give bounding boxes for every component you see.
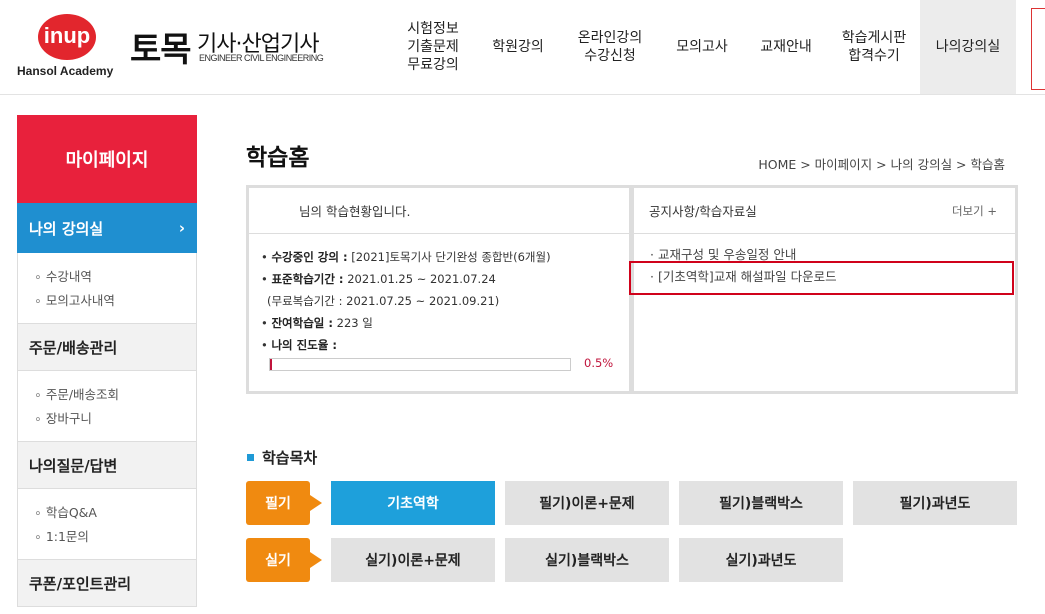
nav-exam-info[interactable]: 시험정보 기출문제 무료강의	[390, 0, 476, 94]
status-info: • 수강중인 강의 : [2021]토목기사 단기완성 종합반(6개월) • 표…	[249, 234, 629, 356]
practical-past-exams-button[interactable]: 실기)과년도	[679, 538, 843, 582]
sidebar-item-orders[interactable]: 주문/배송관리	[17, 323, 197, 371]
progress-row: • 나의 진도율 :	[261, 338, 337, 352]
sidebar-item-questions[interactable]: 나의질문/답변	[17, 441, 197, 489]
practical-category-label: 실기	[246, 538, 322, 582]
logo-academy-text: Hansol Academy	[17, 64, 114, 78]
practical-theory-button[interactable]: 실기)이론+문제	[331, 538, 495, 582]
sidebar-item-my-classroom[interactable]: 나의 강의실 ›	[17, 203, 197, 253]
breadcrumb: HOME > 마이페이지 > 나의 강의실 > 학습홈	[758, 157, 1005, 172]
sidebar-subitem-qna[interactable]: 학습Q&A	[34, 501, 196, 525]
sidebar-subitem-cart[interactable]: 장바구니	[34, 407, 196, 431]
chevron-right-icon: ›	[178, 219, 185, 237]
brand-english: ENGINEER CIVIL ENGINEERING	[199, 53, 324, 63]
brand-title[interactable]: 토목	[130, 22, 192, 71]
sidebar-title: 마이페이지	[17, 115, 197, 203]
nav-online-lecture[interactable]: 온라인강의 수강신청	[560, 0, 660, 94]
review-period-row: (무료복습기간 : 2021.07.25 ~ 2021.09.21)	[267, 294, 500, 308]
site-header: inup Hansol Academy 토목 기사·산업기사 ENGINEER …	[0, 0, 1045, 95]
header-edge-box	[1031, 8, 1045, 90]
section-title: 학습목차	[247, 447, 317, 468]
sidebar-item-coupons[interactable]: 쿠폰/포인트관리	[17, 559, 197, 607]
main-nav: 시험정보 기출문제 무료강의 학원강의 온라인강의 수강신청 모의고사 교재안내…	[390, 0, 1016, 94]
study-status-panel: 님의 학습현황입니다. • 수강중인 강의 : [2021]토목기사 단기완성 …	[246, 185, 632, 394]
nav-board[interactable]: 학습게시판 합격수기	[828, 0, 920, 94]
progress-fill	[270, 359, 272, 370]
notice-title: 공지사항/학습자료실	[649, 204, 757, 219]
course-row: • 수강중인 강의 : [2021]토목기사 단기완성 종합반(6개월)	[261, 250, 551, 264]
nav-academy-lecture[interactable]: 학원강의	[476, 0, 560, 94]
written-past-exams-button[interactable]: 필기)과년도	[853, 481, 1017, 525]
remain-row: • 잔여학습일 : 223 일	[261, 316, 373, 330]
written-category-label: 필기	[246, 481, 322, 525]
written-theory-button[interactable]: 필기)이론+문제	[505, 481, 669, 525]
sidebar-subitem-mock-history[interactable]: 모의고사내역	[34, 289, 196, 313]
more-link[interactable]: 더보기 +	[952, 203, 997, 219]
sidebar-item-label: 나의 강의실	[29, 219, 104, 238]
nav-mock-exam[interactable]: 모의고사	[660, 0, 744, 94]
highlight-box	[629, 261, 1014, 295]
written-blackbox-button[interactable]: 필기)블랙박스	[679, 481, 843, 525]
nav-my-classroom[interactable]: 나의강의실	[920, 0, 1016, 94]
page-title: 학습홈	[246, 145, 310, 171]
sidebar-subitem-order-lookup[interactable]: 주문/배송조회	[34, 383, 196, 407]
sidebar-subitem-inquiry[interactable]: 1:1문의	[34, 525, 196, 549]
nav-textbook[interactable]: 교재안내	[744, 0, 828, 94]
notice-header: 공지사항/학습자료실 더보기 +	[634, 188, 1015, 234]
sidebar: 마이페이지 나의 강의실 › 수강내역 모의고사내역 주문/배송관리 주문/배송…	[17, 115, 197, 607]
written-basic-mechanics-button[interactable]: 기초역학	[331, 481, 495, 525]
inup-logo[interactable]: inup	[38, 14, 96, 60]
status-header: 님의 학습현황입니다.	[249, 188, 629, 234]
sidebar-submenu: 주문/배송조회 장바구니	[17, 371, 197, 441]
progress-bar	[269, 358, 571, 371]
sidebar-submenu: 수강내역 모의고사내역	[17, 253, 197, 323]
practical-blackbox-button[interactable]: 실기)블랙박스	[505, 538, 669, 582]
sidebar-subitem-course-history[interactable]: 수강내역	[34, 265, 196, 289]
sidebar-submenu: 학습Q&A 1:1문의	[17, 489, 197, 559]
progress-percent: 0.5%	[584, 356, 614, 370]
period-row: • 표준학습기간 : 2021.01.25 ~ 2021.07.24	[261, 272, 496, 286]
square-bullet-icon	[247, 454, 254, 461]
